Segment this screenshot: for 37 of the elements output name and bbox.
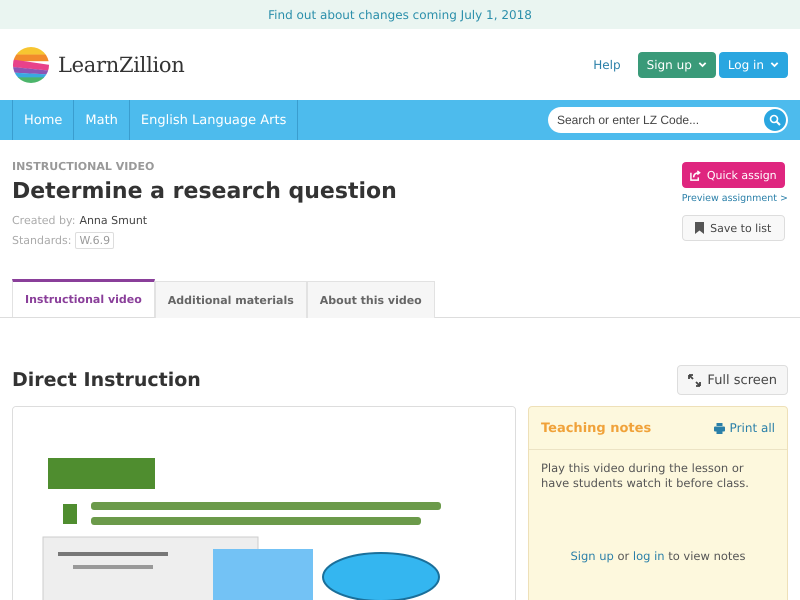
- content-type-label: INSTRUCTIONAL VIDEO: [12, 160, 156, 173]
- logo-text[interactable]: LearnZillion: [58, 52, 184, 76]
- save-to-list-button[interactable]: Save to list: [682, 215, 785, 241]
- created-by-label: Created by:: [12, 214, 76, 227]
- standard-tag[interactable]: W.6.9: [75, 232, 114, 249]
- notes-text: Play this video during the lesson or have students watch it before class.: [540, 460, 750, 492]
- help-link[interactable]: Help: [593, 58, 621, 72]
- search-field[interactable]: Search or enter LZ Code...: [548, 107, 788, 133]
- standards-label: Standards:: [12, 234, 72, 247]
- expand-icon: [688, 374, 702, 386]
- quick-assign-button[interactable]: Quick assign: [682, 162, 785, 188]
- chevron-down-icon: [698, 60, 707, 69]
- sign-up-button[interactable]: Sign up: [638, 52, 716, 78]
- announcement-link[interactable]: Find out about changes coming July 1, 2018: [268, 8, 532, 22]
- chevron-down-icon: [770, 60, 779, 69]
- full-screen-button[interactable]: Full screen: [677, 365, 788, 395]
- tab[interactable]: Additional materials: [154, 281, 307, 318]
- nav-link[interactable]: English Language Arts: [128, 100, 298, 140]
- log-in-button[interactable]: Log in: [718, 52, 788, 78]
- bookmark-icon: [695, 222, 704, 234]
- nav-link[interactable]: Math: [73, 100, 129, 140]
- sign-in-prompt: Sign up or log in to view notes: [570, 549, 746, 563]
- sign-up-link[interactable]: Sign up: [570, 549, 614, 563]
- logo-icon: [12, 46, 50, 84]
- lesson-title: Determine a research question: [12, 179, 397, 204]
- share-icon: [690, 170, 701, 180]
- search-icon: [769, 114, 781, 126]
- printer-icon: [714, 422, 725, 434]
- notes-title: Teaching notes: [541, 420, 652, 436]
- tab[interactable]: Instructional video: [12, 279, 155, 317]
- log-in-link[interactable]: log in: [632, 549, 665, 563]
- preview-assignment-link[interactable]: Preview assignment >: [682, 193, 788, 204]
- section-title: Direct Instruction: [12, 369, 201, 391]
- nav-link[interactable]: Home: [12, 100, 74, 140]
- author-name: Anna Smunt: [79, 214, 148, 227]
- tab[interactable]: About this video: [306, 281, 435, 318]
- print-all-link[interactable]: Print all: [714, 421, 775, 435]
